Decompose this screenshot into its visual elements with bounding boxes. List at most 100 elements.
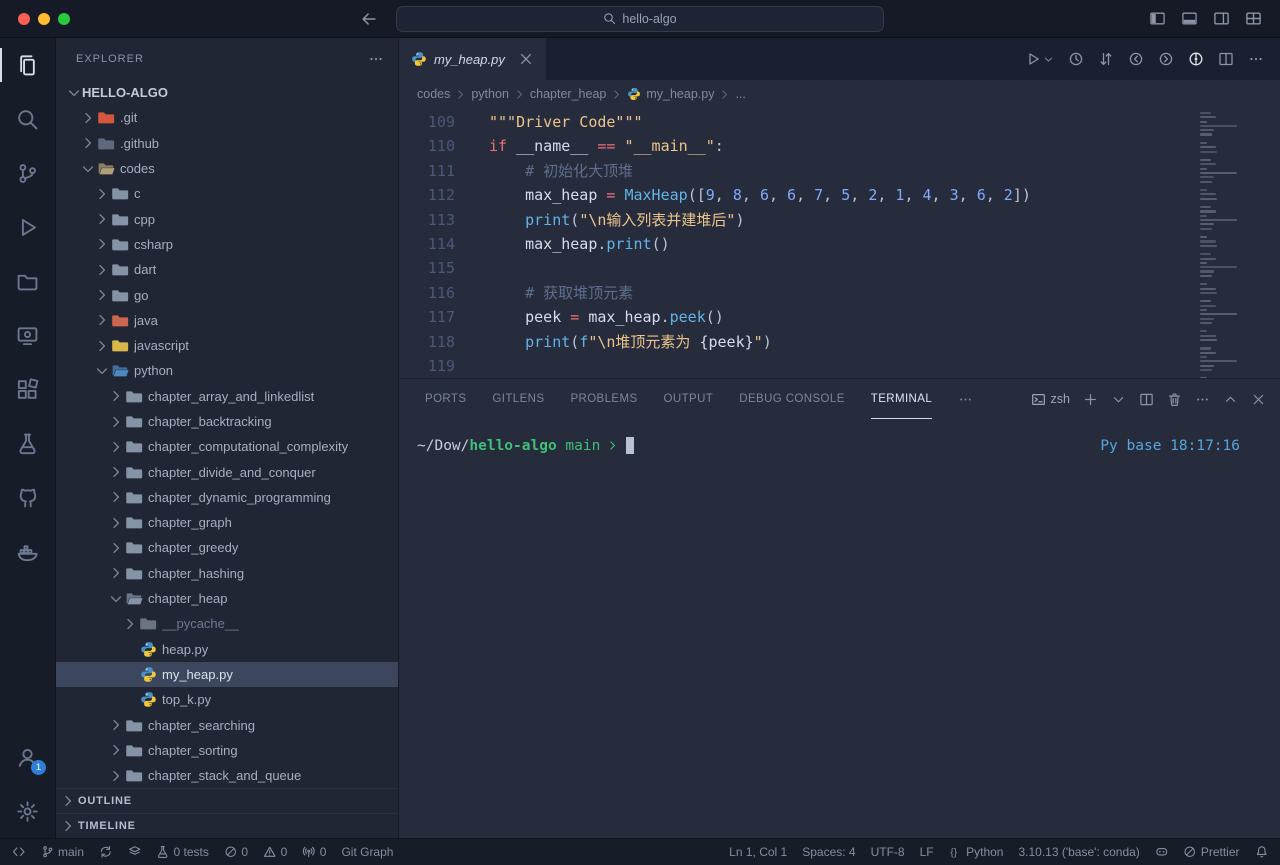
tree-item-chapter-array-and-linkedlist[interactable]: chapter_array_and_linkedlist [56,384,398,409]
close-tab-icon[interactable] [518,51,534,67]
tree-item-chapter-hashing[interactable]: chapter_hashing [56,561,398,586]
breadcrumb-item[interactable]: codes [417,87,450,101]
activitybar-accounts[interactable]: 1 [0,730,55,784]
status-indentation[interactable]: Spaces: 4 [802,845,855,859]
tree-item-chapter-heap[interactable]: chapter_heap [56,586,398,611]
toggle-secondary-sidebar-icon[interactable] [1213,10,1230,27]
status-eol[interactable]: LF [920,845,934,859]
activitybar-github[interactable] [0,470,55,524]
status-cursor-position[interactable]: Ln 1, Col 1 [729,845,787,859]
kill-terminal-icon[interactable] [1167,392,1182,407]
code-line[interactable]: 113 print("\n输入列表并建堆后") [399,208,1280,232]
tree-item-chapter-computational-complexity[interactable]: chapter_computational_complexity [56,434,398,459]
tree-item-c[interactable]: c [56,181,398,206]
status-test-status[interactable]: 0 tests [156,845,209,859]
activitybar-run-and-debug[interactable] [0,200,55,254]
tree-item-top-k-py[interactable]: top_k.py [56,687,398,712]
split-terminal-icon[interactable] [1139,392,1154,407]
activitybar-settings[interactable] [0,784,55,838]
code-line[interactable]: 119​ [399,354,1280,378]
tree-item-hello-algo[interactable]: HELLO-ALGO [56,80,398,105]
tree-item-java[interactable]: java [56,308,398,333]
customize-layout-icon[interactable] [1245,10,1262,27]
code-editor[interactable]: 109"""Driver Code"""110if __name__ == "_… [399,108,1280,378]
section-timeline[interactable]: TIMELINE [56,813,398,838]
code-line[interactable]: 109"""Driver Code""" [399,110,1280,134]
activitybar-project-manager[interactable] [0,254,55,308]
tree-item-dart[interactable]: dart [56,257,398,282]
status-errors[interactable]: 0 [224,845,248,859]
code-line[interactable]: 111 # 初始化大顶堆 [399,159,1280,183]
code-line[interactable]: 112 max_heap = MaxHeap([9, 8, 6, 6, 7, 5… [399,183,1280,207]
status-warnings[interactable]: 0 [263,845,287,859]
tree-item-chapter-backtracking[interactable]: chapter_backtracking [56,409,398,434]
panel-tab-problems[interactable]: PROBLEMS [570,379,637,419]
tree-item--git[interactable]: .git [56,105,398,130]
zoom-window-button[interactable] [58,13,70,25]
section-outline[interactable]: OUTLINE [56,788,398,813]
code-line[interactable]: 116 # 获取堆顶元素 [399,281,1280,305]
breadcrumb-item[interactable]: my_heap.py [627,87,714,101]
tree-item-chapter-greedy[interactable]: chapter_greedy [56,535,398,560]
panel-tab-debug-console[interactable]: DEBUG CONSOLE [739,379,845,419]
command-center-search[interactable]: hello-algo [396,6,884,32]
tree-item-chapter-divide-and-conquer[interactable]: chapter_divide_and_conquer [56,459,398,484]
timeline-icon[interactable] [1068,51,1084,67]
split-editor-icon[interactable] [1218,51,1234,67]
panel-tab-terminal[interactable]: TERMINAL [871,379,932,419]
activitybar-docker[interactable] [0,524,55,578]
activitybar-source-control[interactable] [0,146,55,200]
tab-my-heap-py[interactable]: my_heap.py [399,38,546,80]
code-line[interactable]: 114 max_heap.print() [399,232,1280,256]
tree-item-chapter-sorting[interactable]: chapter_sorting [56,738,398,763]
terminal[interactable]: ~/Dow/hello-algo main Py base 18:17:16 [399,419,1280,838]
tree-item-chapter-searching[interactable]: chapter_searching [56,712,398,737]
tree-item--github[interactable]: .github [56,131,398,156]
tree-item-chapter-graph[interactable]: chapter_graph [56,510,398,535]
status-python-interpreter[interactable]: 3.10.13 ('base': conda) [1018,845,1139,859]
tree-item-python[interactable]: python [56,358,398,383]
tree-item-my-heap-py[interactable]: my_heap.py [56,662,398,687]
code-line[interactable]: 115​ [399,256,1280,280]
activitybar-testing[interactable] [0,416,55,470]
code-line[interactable]: 110if __name__ == "__main__": [399,134,1280,158]
status-copilot-status[interactable] [1155,845,1169,859]
code-line[interactable]: 117 peek = max_heap.peek() [399,305,1280,329]
tree-item-chapter-stack-and-queue[interactable]: chapter_stack_and_queue [56,763,398,788]
maximize-panel-icon[interactable] [1223,392,1238,407]
close-panel-icon[interactable] [1251,392,1266,407]
activitybar-extensions[interactable] [0,362,55,416]
run-python-file-button[interactable] [1025,51,1054,67]
status-git-sync[interactable] [99,845,113,859]
activitybar-explorer[interactable] [0,38,55,92]
toggle-primary-sidebar-icon[interactable] [1149,10,1166,27]
explorer-more-actions-icon[interactable] [368,51,384,67]
terminal-picker[interactable]: zsh [1031,392,1070,407]
tree-item-javascript[interactable]: javascript [56,333,398,358]
status-remote-indicator[interactable] [12,845,26,859]
new-terminal-icon[interactable] [1083,392,1098,407]
status-language-mode[interactable]: {}Python [949,845,1004,859]
code-line[interactable]: 118 print(f"\n堆顶元素为 {peek}") [399,330,1280,354]
close-window-button[interactable] [18,13,30,25]
status-git-graph[interactable]: Git Graph [341,845,393,859]
tree-item-codes[interactable]: codes [56,156,398,181]
terminal-launch-profile-icon[interactable] [1111,392,1126,407]
breadcrumb-item[interactable]: python [471,87,509,101]
tree-item-csharp[interactable]: csharp [56,232,398,257]
panel-more-actions-icon[interactable] [1195,392,1210,407]
panel-tab-output[interactable]: OUTPUT [664,379,714,419]
next-change-icon[interactable] [1158,51,1174,67]
tree-item-cpp[interactable]: cpp [56,206,398,231]
panel-tabs-more-icon[interactable] [958,392,973,407]
breadcrumb-item[interactable]: chapter_heap [530,87,606,101]
toggle-panel-icon[interactable] [1181,10,1198,27]
minimize-window-button[interactable] [38,13,50,25]
breadcrumb-item[interactable]: ... [735,87,745,101]
status-forwarded-ports[interactable]: 0 [302,845,326,859]
status-git-branch[interactable]: main [41,845,85,859]
status-encoding[interactable]: UTF-8 [871,845,905,859]
status-prettier[interactable]: Prettier [1183,845,1239,859]
status-notifications[interactable] [1255,845,1269,859]
activitybar-remote-explorer[interactable] [0,308,55,362]
